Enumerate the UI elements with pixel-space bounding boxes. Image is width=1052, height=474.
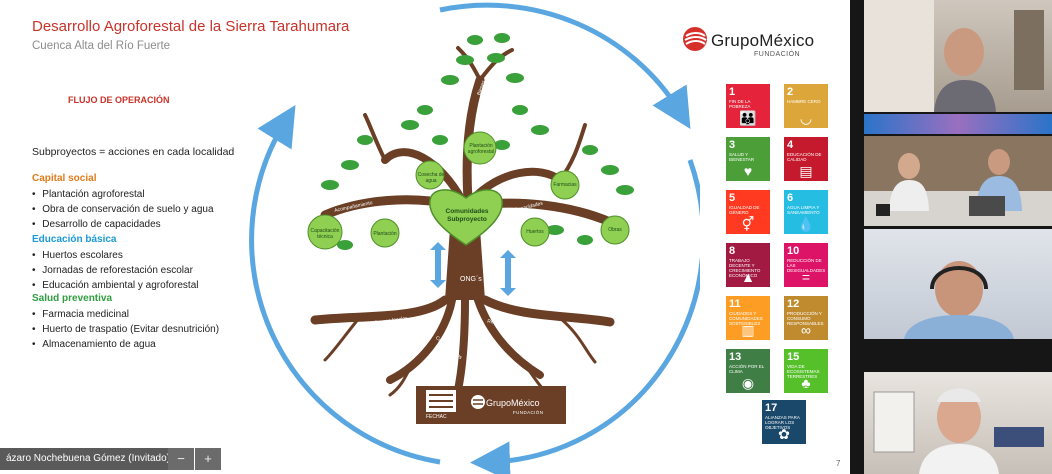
zoom-in-button[interactable]: + bbox=[195, 448, 221, 470]
fruit-label: Obras bbox=[608, 227, 622, 233]
heartbeat-icon: ♥ bbox=[743, 163, 753, 179]
section-list-capital-social: Plantación agroforestal Obra de conserva… bbox=[32, 187, 214, 232]
zoom-out-button[interactable]: − bbox=[168, 448, 194, 470]
sdg-tile: 13 Acción por el clima ◉ bbox=[726, 349, 770, 393]
sdg-tile: 8 Trabajo decente y crecimiento económico… bbox=[726, 243, 770, 287]
gender-icon: ⚥ bbox=[741, 216, 755, 232]
sdg-tile: 1 Fin de la pobreza 👪 bbox=[726, 84, 770, 128]
fruit-label: Plantación bbox=[373, 231, 397, 237]
sdg-tile: 4 Educación de calidad ▤ bbox=[784, 137, 828, 181]
participant-video-tile-3[interactable] bbox=[864, 136, 1052, 226]
sdg-tile: 5 Igualdad de género ⚥ bbox=[726, 190, 770, 234]
participant-video-tile-5[interactable] bbox=[864, 372, 1052, 474]
cycle-arrow-left bbox=[249, 104, 441, 465]
heart-label: Comunidades Subproyecto bbox=[445, 208, 489, 223]
section-list-educacion-basica: Huertos escolares Jornadas de reforestac… bbox=[32, 248, 198, 293]
grupo-mexico-logo-icon bbox=[683, 27, 707, 51]
slide-subtitle: Cuenca Alta del Río Fuerte bbox=[32, 40, 171, 52]
book-icon: ▤ bbox=[799, 163, 813, 179]
sdg-tile: 15 Vida de ecosistemas terrestres ♣ bbox=[784, 349, 828, 393]
shared-slide: Desarrollo Agroforestal de la Sierra Tar… bbox=[0, 0, 850, 474]
eye-globe-icon: ◉ bbox=[741, 375, 755, 391]
sdg-tile: 10 Reducción de las desigualdades = bbox=[784, 243, 828, 287]
fruit-label: Farmacias bbox=[553, 182, 577, 188]
tree-roots bbox=[310, 295, 615, 397]
list-item: Educación ambiental y agroforestal bbox=[32, 278, 198, 293]
page-number: 7 bbox=[836, 459, 841, 468]
equality-icon: = bbox=[801, 269, 811, 285]
participant-name-label: ázaro Nochebuena Gómez (Invitado) bbox=[0, 448, 176, 470]
sdg-tile: 3 Salud y bienestar ♥ bbox=[726, 137, 770, 181]
list-item: Obra de conservación de suelo y agua bbox=[32, 202, 213, 217]
list-item: Plantación agroforestal bbox=[32, 187, 214, 202]
list-item: Jornadas de reforestación escolar bbox=[32, 263, 198, 278]
sdg-tile: 17 Alianzas para lograr los objetivos ✿ bbox=[762, 400, 806, 444]
city-icon: ▥ bbox=[741, 322, 755, 338]
list-item: Almacenamiento de agua bbox=[32, 337, 219, 352]
list-item: Huertos escolares bbox=[32, 248, 198, 263]
person-video-icon bbox=[864, 0, 1044, 112]
participant-gallery bbox=[850, 0, 1052, 474]
section-title-salud-preventiva: Salud preventiva bbox=[32, 293, 113, 304]
bowl-icon: ◡ bbox=[799, 110, 813, 126]
trunk-label: ONG´s bbox=[460, 276, 482, 283]
water-drop-icon: 💧 bbox=[797, 216, 815, 232]
intro-text: Subproyectos = acciones en cada localida… bbox=[32, 146, 235, 158]
infinity-icon: ∞ bbox=[801, 322, 811, 338]
participant-video-tile-1[interactable] bbox=[864, 0, 1052, 112]
sdg-tile: 12 Producción y consumo responsables ∞ bbox=[784, 296, 828, 340]
fruit-label: Cosecha de agua bbox=[417, 172, 445, 184]
fruit-label: Capacitación técnica bbox=[310, 228, 340, 240]
list-item: Farmacia medicinal bbox=[32, 307, 219, 322]
list-item: Desarrollo de capacidades bbox=[32, 217, 214, 232]
logo-text: GrupoMéxico bbox=[711, 31, 815, 50]
person-video-icon bbox=[873, 388, 1044, 474]
flower-icon: ✿ bbox=[778, 426, 790, 442]
fruit-label: Plantación agroforestal bbox=[467, 143, 495, 155]
participant-video-tile-2[interactable] bbox=[864, 114, 1052, 134]
person-headset-video-icon bbox=[904, 261, 1014, 339]
section-list-salud-preventiva: Farmacia medicinal Huerto de traspatio (… bbox=[32, 307, 219, 352]
flow-title: FLUJO DE OPERACIÓN bbox=[68, 95, 170, 105]
fruit-label: Huertos bbox=[526, 229, 544, 235]
sdg-tile: 11 Ciudades y comunidades sostenibles ▥ bbox=[726, 296, 770, 340]
logo-subtext: FUNDACIÓN bbox=[754, 51, 801, 58]
section-title-capital-social: Capital social bbox=[32, 173, 97, 184]
sdg-tile: 2 Hambre cero ◡ bbox=[784, 84, 828, 128]
growth-chart-icon: ▲ bbox=[741, 269, 755, 285]
footer-logo-fechac: FECHAC bbox=[426, 414, 447, 420]
footer-logo-grupomexico: GrupoMéxico bbox=[486, 398, 540, 408]
people-icon: 👪 bbox=[739, 110, 757, 126]
footer-logo-fundacion: FUNDACIÓN bbox=[513, 410, 544, 415]
participant-video-tile-4[interactable] bbox=[864, 229, 1052, 339]
people-video-icon bbox=[864, 136, 1052, 226]
tree-icon: ♣ bbox=[801, 375, 811, 391]
list-item: Huerto de traspatio (Evitar desnutrición… bbox=[32, 322, 219, 337]
sdg-tile: 6 Agua limpia y saneamiento 💧 bbox=[784, 190, 828, 234]
section-title-educacion-basica: Educación básica bbox=[32, 234, 117, 245]
